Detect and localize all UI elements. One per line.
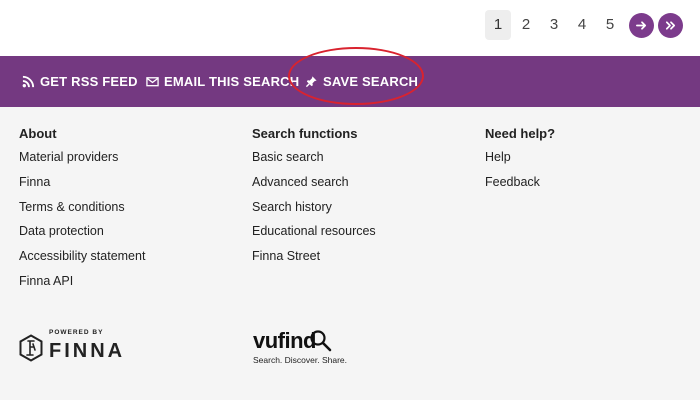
envelope-icon <box>146 75 159 88</box>
finna-emblem-icon <box>19 334 43 362</box>
rss-feed-link[interactable]: GET RSS FEED <box>22 56 138 107</box>
next-page-button[interactable] <box>629 12 654 38</box>
footer-about-heading: About <box>19 126 57 141</box>
footer-link-finna-street[interactable]: Finna Street <box>252 249 376 264</box>
footer-help-heading: Need help? <box>485 126 556 141</box>
footer-link-feedback[interactable]: Feedback <box>485 175 555 190</box>
footer-link-search-history[interactable]: Search history <box>252 200 376 215</box>
footer-link-terms[interactable]: Terms & conditions <box>19 200 145 215</box>
footer-help-column: Need help? Help Feedback <box>485 126 555 200</box>
footer-about-column: About Material providers Finna Terms & c… <box>19 126 145 299</box>
search-actions-bar: GET RSS FEED EMAIL THIS SEARCH SAVE SEAR… <box>0 56 700 107</box>
magnifier-icon <box>310 330 332 352</box>
email-search-link[interactable]: EMAIL THIS SEARCH <box>146 56 299 107</box>
page-4-link[interactable]: 4 <box>569 10 595 40</box>
page-1-link[interactable]: 1 <box>485 10 511 40</box>
footer-link-educational-resources[interactable]: Educational resources <box>252 224 376 239</box>
footer-link-finna-api[interactable]: Finna API <box>19 274 145 289</box>
page-2-link[interactable]: 2 <box>513 10 539 40</box>
vufind-tagline: Search. Discover. Share. <box>253 355 348 365</box>
arrow-right-icon <box>636 20 647 30</box>
save-search-label: SAVE SEARCH <box>323 74 419 89</box>
page-3-link[interactable]: 3 <box>541 10 567 40</box>
page-5-link[interactable]: 5 <box>597 10 623 40</box>
footer-link-help[interactable]: Help <box>485 150 555 165</box>
footer-link-basic-search[interactable]: Basic search <box>252 150 376 165</box>
double-chevron-right-icon <box>665 20 676 30</box>
save-search-link[interactable]: SAVE SEARCH <box>305 56 418 107</box>
powered-by-label: POWERED BY <box>49 329 104 336</box>
email-search-label: EMAIL THIS SEARCH <box>164 74 300 89</box>
pagination-bar: 1 2 3 4 5 <box>0 0 700 56</box>
footer-link-accessibility[interactable]: Accessibility statement <box>19 249 145 264</box>
rss-icon <box>22 75 35 88</box>
footer-link-advanced-search[interactable]: Advanced search <box>252 175 376 190</box>
footer-search-heading: Search functions <box>252 126 358 141</box>
rss-feed-label: GET RSS FEED <box>40 74 138 89</box>
footer-link-material-providers[interactable]: Material providers <box>19 150 145 165</box>
footer-search-column: Search functions Basic search Advanced s… <box>252 126 376 274</box>
footer-link-data-protection[interactable]: Data protection <box>19 224 145 239</box>
pagination: 1 2 3 4 5 <box>483 10 683 40</box>
vufind-logo[interactable]: vufind Search. Discover. Share. <box>253 330 348 366</box>
finna-wordmark: FINNA <box>49 340 126 362</box>
last-page-button[interactable] <box>658 12 683 38</box>
footer-link-finna[interactable]: Finna <box>19 175 145 190</box>
pin-icon <box>305 75 318 88</box>
